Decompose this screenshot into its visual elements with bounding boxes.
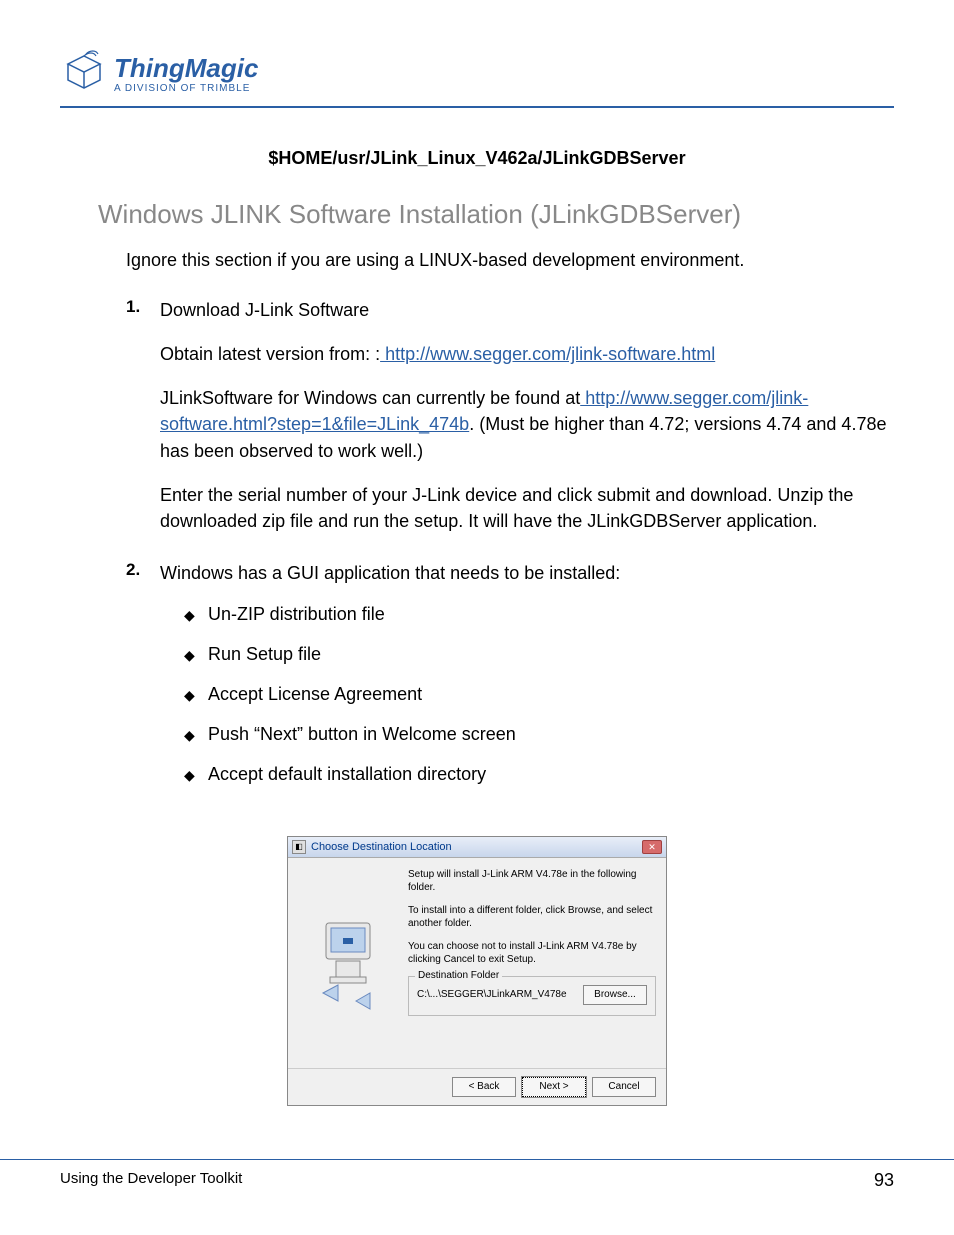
- dialog-illustration: [298, 868, 398, 1058]
- bullet-item: ◆Run Setup file: [184, 644, 894, 666]
- bullet-text: Push “Next” button in Welcome screen: [208, 724, 516, 746]
- bullet-text: Accept License Agreement: [208, 684, 422, 706]
- step-title: Download J-Link Software: [160, 297, 894, 323]
- dialog-title: Choose Destination Location: [311, 841, 642, 853]
- list-item: 2. Windows has a GUI application that ne…: [126, 560, 894, 806]
- dialog-text: To install into a different folder, clic…: [408, 904, 656, 930]
- page-number: 93: [874, 1170, 894, 1191]
- bullet-item: ◆Un-ZIP distribution file: [184, 604, 894, 626]
- text-run: JLinkSoftware for Windows can currently …: [160, 388, 580, 408]
- browse-button[interactable]: Browse...: [583, 985, 647, 1005]
- step-number: 1.: [126, 297, 160, 552]
- dialog-text: Setup will install J-Link ARM V4.78e in …: [408, 868, 656, 894]
- list-item: 1. Download J-Link Software Obtain lates…: [126, 297, 894, 552]
- intro-text: Ignore this section if you are using a L…: [126, 248, 894, 273]
- installer-dialog: ◧ Choose Destination Location ✕: [287, 836, 667, 1106]
- titlebar: ◧ Choose Destination Location ✕: [288, 837, 666, 858]
- step-number: 2.: [126, 560, 160, 806]
- body-text: Obtain latest version from: : http://www…: [160, 341, 894, 367]
- footer-left: Using the Developer Toolkit: [60, 1170, 242, 1191]
- app-icon: ◧: [292, 840, 306, 854]
- page-header: ThingMagic A DIVISION OF TRIMBLE: [60, 50, 894, 108]
- bullet-icon: ◆: [184, 644, 208, 666]
- group-label: Destination Folder: [415, 970, 502, 981]
- body-text: Enter the serial number of your J-Link d…: [160, 482, 894, 534]
- back-button[interactable]: < Back: [452, 1077, 516, 1097]
- bullet-item: ◆Push “Next” button in Welcome screen: [184, 724, 894, 746]
- bullet-icon: ◆: [184, 764, 208, 786]
- logo-sub-text: A DIVISION OF TRIMBLE: [114, 83, 258, 94]
- bullet-text: Un-ZIP distribution file: [208, 604, 385, 626]
- bullet-text: Run Setup file: [208, 644, 321, 666]
- section-title: Windows JLINK Software Installation (JLi…: [98, 199, 894, 230]
- logo-icon: [60, 50, 108, 98]
- bullet-icon: ◆: [184, 684, 208, 706]
- cancel-button[interactable]: Cancel: [592, 1077, 656, 1097]
- close-icon[interactable]: ✕: [642, 840, 662, 854]
- next-button[interactable]: Next >: [522, 1077, 586, 1097]
- text-run: Obtain latest version from: :: [160, 344, 380, 364]
- code-path: $HOME/usr/JLink_Linux_V462a/JLinkGDBServ…: [60, 148, 894, 169]
- dialog-text: You can choose not to install J-Link ARM…: [408, 940, 656, 966]
- link[interactable]: http://www.segger.com/jlink-software.htm…: [380, 344, 715, 364]
- destination-path: C:\...\SEGGER\JLinkARM_V478e: [417, 989, 567, 1000]
- bullet-item: ◆Accept default installation directory: [184, 764, 894, 786]
- step-title: Windows has a GUI application that needs…: [160, 560, 894, 586]
- page-footer: Using the Developer Toolkit 93: [0, 1159, 954, 1191]
- bullet-text: Accept default installation directory: [208, 764, 486, 786]
- logo-main-text: ThingMagic: [114, 55, 258, 81]
- destination-folder-group: Destination Folder C:\...\SEGGER\JLinkAR…: [408, 976, 656, 1016]
- bullet-icon: ◆: [184, 604, 208, 626]
- body-text: JLinkSoftware for Windows can currently …: [160, 385, 894, 463]
- bullet-icon: ◆: [184, 724, 208, 746]
- logo: ThingMagic A DIVISION OF TRIMBLE: [60, 50, 258, 98]
- bullet-item: ◆Accept License Agreement: [184, 684, 894, 706]
